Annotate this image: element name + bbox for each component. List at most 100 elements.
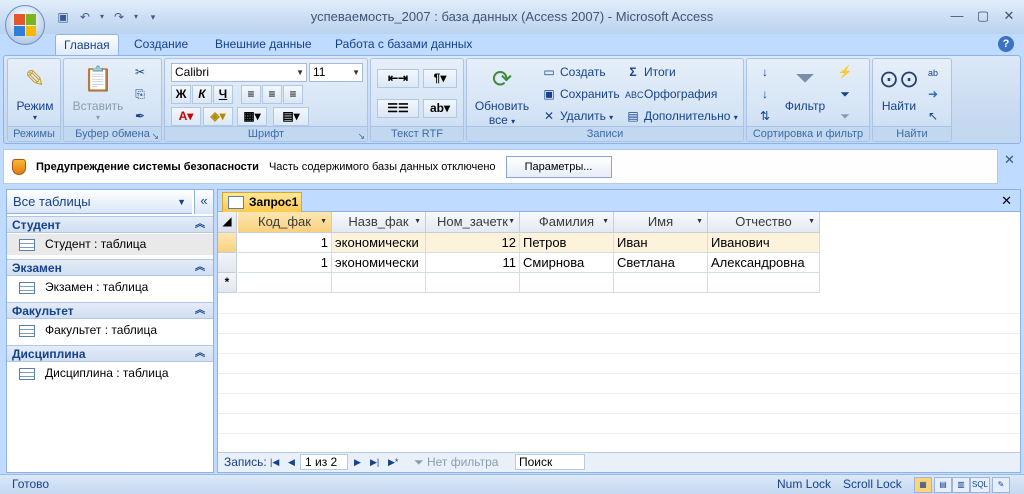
new-row-selector[interactable]: * [218,273,237,293]
column-header[interactable]: Отчество ▼ [708,212,820,233]
table-cell[interactable]: Иванович [708,233,820,253]
find-button[interactable]: ⊙⊙ Найти [877,63,921,114]
totals-button[interactable]: Σ Итоги [625,63,675,81]
paste-button[interactable]: 📋 Вставить ▾ [70,63,126,123]
new-row-cell[interactable] [238,273,332,293]
nav-item-faculty[interactable]: Факультет : таблица [7,320,213,341]
table-cell[interactable]: Смирнова [520,253,614,273]
toggle-filter-icon[interactable]: ⏷ [837,107,856,125]
refresh-all-button[interactable]: ⟳ Обновить все ▾ [469,63,535,128]
column-header[interactable]: Имя ▼ [614,212,708,233]
tab-query1[interactable]: Запрос1 [222,192,302,212]
row-selector[interactable] [218,253,237,273]
chevron-down-icon[interactable]: ▼ [177,190,186,214]
close-document-icon[interactable]: ✕ [1001,193,1012,209]
prev-record-icon[interactable]: ◀ [288,453,295,472]
select-icon[interactable]: ↖ [925,107,944,125]
pivot-chart-view-icon[interactable]: ▥ [952,477,970,493]
table-cell[interactable]: Александровна [708,253,820,273]
record-position-input[interactable]: 1 из 2 [300,454,348,470]
tab-create[interactable]: Создание [126,34,196,56]
next-record-icon[interactable]: ▶ [354,453,361,472]
last-record-icon[interactable]: ▶| [370,453,379,472]
nav-group-discipline[interactable]: Дисциплина ︽ [7,345,213,362]
table-cell[interactable]: Петров [520,233,614,253]
chevron-down-icon[interactable]: ▼ [414,212,421,232]
chevron-down-icon[interactable]: ▼ [320,212,327,232]
paragraph-icon[interactable]: ¶▾ [423,69,457,88]
table-cell[interactable]: 12 [426,233,520,253]
nav-group-exam[interactable]: Экзамен ︽ [7,259,213,276]
collapse-nav-icon[interactable]: « [194,190,213,214]
advanced-filter-icon[interactable]: ⏷ [837,85,856,103]
nav-group-faculty[interactable]: Факультет ︽ [7,302,213,319]
align-left-icon[interactable]: ≡ [241,85,261,104]
gridlines-icon[interactable]: ▦▾ [237,107,267,126]
tab-database-tools[interactable]: Работа с базами данных [327,34,480,56]
table-cell[interactable]: 1 [238,233,332,253]
nav-group-student[interactable]: Студент ︽ [7,216,213,233]
clipboard-launcher-icon[interactable]: ↘ [151,129,159,144]
italic-button[interactable]: К [192,85,212,104]
spelling-button[interactable]: ABCОрфография [625,85,717,103]
row-selector[interactable] [218,233,237,253]
list-icon[interactable]: ☰☰ [377,99,419,118]
tab-external-data[interactable]: Внешние данные [207,34,320,56]
new-row-cell[interactable] [708,273,820,293]
copy-icon[interactable]: ⎘ [132,85,151,103]
filter-button[interactable]: ⏷ Фильтр [781,63,829,113]
datasheet-view-icon[interactable]: ▦ [914,477,932,493]
nav-item-discipline[interactable]: Дисциплина : таблица [7,363,213,384]
table-cell[interactable]: экономически [332,253,426,273]
font-launcher-icon[interactable]: ↘ [357,129,365,144]
close-security-icon[interactable]: ✕ [1004,152,1018,167]
sort-descending-icon[interactable]: ↓ [757,85,776,103]
first-record-icon[interactable]: |◀ [270,453,279,472]
nav-item-exam[interactable]: Экзамен : таблица [7,277,213,298]
font-color-icon[interactable]: A▾ [171,107,201,126]
nav-item-student[interactable]: Студент : таблица [7,234,213,255]
select-all-corner[interactable]: ◢ [218,212,237,233]
replace-icon[interactable]: ab [925,63,944,81]
new-record-nav-icon[interactable]: ▶* [388,453,398,472]
chevron-down-icon[interactable]: ▼ [508,212,515,232]
new-record-button[interactable]: ▭ Создать [541,63,605,81]
align-center-icon[interactable]: ≡ [262,85,282,104]
nav-header[interactable]: Все таблицы ▼ [7,190,192,214]
help-icon[interactable]: ? [998,36,1014,52]
maximize-icon[interactable]: ▢ [970,6,996,26]
new-row-cell[interactable] [520,273,614,293]
cut-icon[interactable]: ✂ [132,63,151,81]
chevron-down-icon[interactable]: ▼ [696,212,703,232]
search-input[interactable]: Поиск [515,454,585,470]
minimize-icon[interactable]: — [944,6,970,26]
new-row-cell[interactable] [332,273,426,293]
save-record-button[interactable]: ▣ Сохранить [541,85,619,103]
sql-view-icon[interactable]: SQL [970,477,990,493]
highlight-icon[interactable]: ab▾ [423,99,457,118]
column-header[interactable]: Код_фак ▼ [238,212,332,233]
fill-color-icon[interactable]: ◈▾ [203,107,233,126]
design-view-icon[interactable]: ✎ [992,477,1010,493]
pivot-table-view-icon[interactable]: ▤ [934,477,952,493]
view-button[interactable]: ✎ Режим ▾ [12,63,58,123]
bold-button[interactable]: Ж [171,85,191,104]
table-cell[interactable]: экономически [332,233,426,253]
table-cell[interactable]: Иван [614,233,708,253]
column-header[interactable]: Ном_зачетк ▼ [426,212,520,233]
column-header[interactable]: Назв_фак ▼ [332,212,426,233]
font-size-combo[interactable]: 11 ▼ [309,63,363,82]
no-filter-button[interactable]: ⏷ Нет фильтра [414,453,498,472]
delete-record-button[interactable]: ✕ Удалить ▾ [541,107,613,125]
new-row-cell[interactable] [614,273,708,293]
more-button[interactable]: ▤ Дополнительно ▾ [625,107,737,125]
tab-home[interactable]: Главная [55,34,119,56]
format-painter-icon[interactable]: ✒ [132,107,151,125]
alt-row-color-icon[interactable]: ▤▾ [273,107,309,126]
underline-button[interactable]: Ч [213,85,233,104]
indent-icon[interactable]: ⇤⇥ [377,69,419,88]
close-icon[interactable]: ✕ [996,6,1022,26]
table-cell[interactable]: 1 [238,253,332,273]
column-header[interactable]: Фамилия ▼ [520,212,614,233]
chevron-down-icon[interactable]: ▼ [602,212,609,232]
